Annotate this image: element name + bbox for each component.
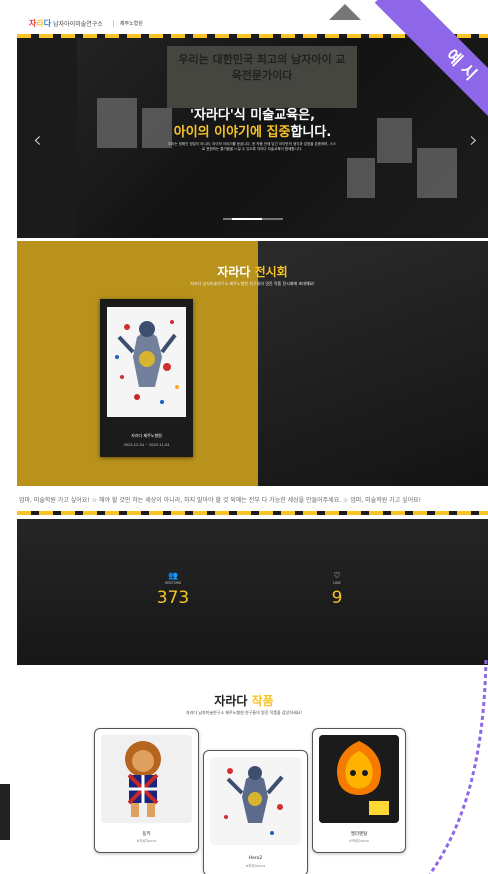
visitors-count: 373 [156,588,190,608]
page: 자 라 다 남자아이미술연구소 제주노형원 우리는 대한민국 최고의 남자아이 교육전… [0,0,488,874]
exhibition-artwork-image [107,307,186,417]
exhibition-section: 자라다 전시회 자라다 남자미술연구소 제주노형원 친구들의 멋진 작품 전시회… [17,241,488,486]
hero-title-rest: 합니다. [290,125,332,140]
work-title: 엘리멘탈 [350,832,368,837]
visitors-stat: 👥 VISITORS 373 [143,571,203,608]
work-author: #하랑2pxxx [348,839,370,843]
prev-slide-icon[interactable]: ‹ [33,128,42,153]
decorative-dashed-line [428,660,488,874]
exhibition-subtitle: 자라다 남자미술연구소 제주노형원 친구들의 멋진 작품 전시회에 초대해요! [190,281,315,286]
works-title-main: 자라다 [214,694,252,708]
logo-char-2: 라 [36,18,44,28]
caution-stripe-bottom [17,511,488,515]
side-dark-block [0,784,10,840]
work-card[interactable]: 엘리멘탈 #하랑2pxxx [312,728,406,853]
work-title: 동키 [142,832,151,837]
elemental-artwork-image [319,735,399,823]
hero-artwork-image [224,766,284,835]
work-image [101,735,192,823]
work-card[interactable]: 동키 #하랑2pxxx [94,728,199,853]
exhibition-card-date: 2023-12-04 ~ 2025-11-04 [123,443,170,447]
branch-name[interactable]: 제주노형원 [112,19,143,27]
work-author: #하랑2pxxx [136,839,157,843]
site-logo[interactable]: 자 라 다 남자아이미술연구소 [29,18,103,29]
logo-char-3: 다 [43,18,52,28]
visitors-label: VISITORS [164,581,182,585]
work-card[interactable]: Hero2 #하랑2pxxx [203,750,308,874]
sample-ribbon: 예 시 [338,0,488,150]
exhibition-card-name: 자라다 제주노형원 [131,433,162,438]
work-image [319,735,399,823]
exhibition-title-main: 자라다 [217,265,255,279]
slide-progress-bar[interactable] [223,218,283,220]
slogan-marquee: 엄마, 미술학원 가고 싶어요! ☆ 해야 할 것만 하는 세상이 아니라, 하… [19,497,422,504]
heart-icon[interactable]: ♡ [307,571,367,580]
work-title: Hero2 [248,856,263,861]
lion-artwork-image [125,741,161,817]
exhibition-title-highlight: 전시회 [254,265,288,279]
logo-text: 남자아이미술연구소 [53,20,103,28]
stats-overlay [17,519,488,665]
work-author: #하랑2pxxx [245,864,266,868]
hero-description: 우리는 정해진 정답이 아니라, 아이의 이야기를 듣습니다. 한 작품 안에 … [167,142,337,151]
logo-char-1: 자 [29,18,37,28]
stats-section: 👥 VISITORS 373 ♡ LIKE 9 [17,519,488,665]
work-image [210,757,301,845]
works-title: 자라다 작품 [0,692,488,709]
likes-stat: ♡ LIKE 9 [307,571,367,608]
works-subtitle: 자라다 남자미술연구소 제주노형원 친구들의 멋진 작품을 감상하세요! [186,710,302,715]
slide-progress-fill [232,218,262,220]
likes-label: LIKE [333,581,341,585]
exhibition-title: 자라다 전시회 [17,263,488,280]
people-icon: 👥 [168,571,178,580]
sample-ribbon-label: 예 시 [374,0,488,150]
likes-count: 9 [331,588,343,608]
works-title-highlight: 작품 [251,694,274,708]
exhibition-card[interactable]: 자라다 제주노형원 2023-12-04 ~ 2025-11-04 [100,299,193,457]
hero-painting-image [107,307,186,417]
hero-title-highlight: 아이의 이야기에 집중 [173,125,291,140]
